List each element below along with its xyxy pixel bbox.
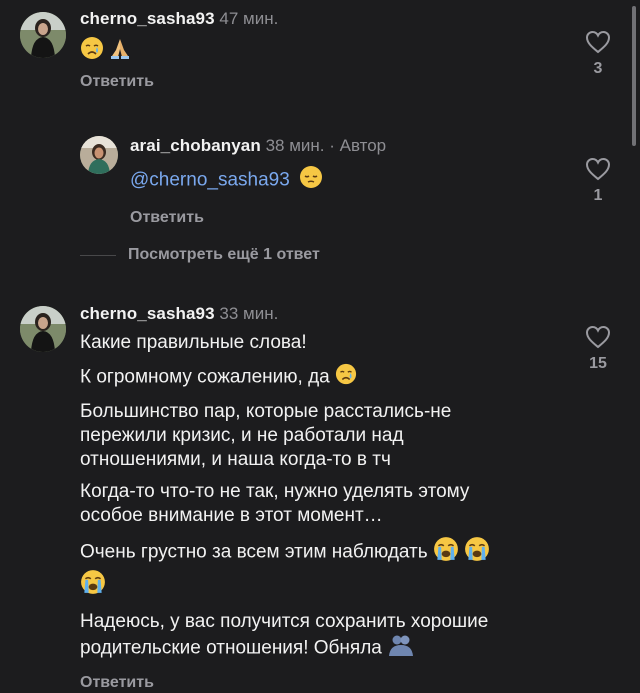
username[interactable]: cherno_sasha93	[80, 9, 215, 28]
timestamp: 38 мин.	[265, 136, 325, 155]
like-count: 15	[589, 355, 607, 372]
face-crying-tear-icon	[335, 363, 357, 392]
comment-line: отношениями, и наша когда-то в тч	[80, 449, 391, 470]
comment-line: Когда-то что-то не так, нужно уделять эт…	[80, 481, 470, 502]
mention-link[interactable]: @cherno_sasha93	[130, 170, 290, 191]
reply-button[interactable]: Ответить	[130, 208, 386, 228]
comment-line: пережили кризис, и не работали над	[80, 425, 404, 446]
view-more-replies-button[interactable]: Посмотреть ещё 1 ответ	[80, 246, 320, 264]
divider-line	[80, 254, 116, 256]
heart-icon[interactable]	[585, 30, 611, 54]
heart-icon[interactable]	[585, 325, 611, 349]
pensive-face-icon	[299, 165, 323, 196]
reply-button[interactable]: Ответить	[80, 72, 278, 92]
like-group: 1	[580, 157, 616, 205]
comment-body	[80, 36, 278, 62]
comment-body: @cherno_sasha93	[130, 165, 386, 196]
loudly-crying-face-icon	[464, 536, 490, 569]
comment-line-text: Очень грустно за всем этим наблюдать	[80, 541, 428, 563]
comment-line-with-emoji: К огромному сожалению, да	[80, 363, 490, 392]
view-more-label: Посмотреть ещё 1 ответ	[128, 246, 320, 263]
username[interactable]: cherno_sasha93	[80, 304, 215, 323]
reply-button[interactable]: Ответить	[80, 673, 490, 693]
avatar[interactable]	[80, 136, 118, 174]
like-count: 3	[593, 60, 603, 77]
like-group: 3	[580, 30, 616, 78]
timestamp: 47 мин.	[219, 9, 279, 28]
username[interactable]: arai_chobanyan	[130, 136, 261, 155]
avatar[interactable]	[20, 12, 66, 58]
comment-line-with-emoji: Очень грустно за всем этим наблюдать	[80, 536, 490, 569]
like-count: 1	[593, 187, 603, 204]
like-group: 15	[580, 325, 616, 373]
face-crying-tear-icon	[80, 36, 104, 65]
folded-hands-icon	[108, 36, 132, 65]
comment-line-with-emoji: родительские отношения! Обняла	[80, 634, 490, 663]
loudly-crying-face-icon	[80, 569, 106, 602]
comment-meta: cherno_sasha93 33 мин.	[80, 303, 490, 325]
timestamp: 33 мин.	[219, 304, 279, 323]
emoji-line	[80, 569, 490, 602]
comment-line-text: К огромному сожалению, да	[80, 366, 330, 388]
comment-meta: arai_chobanyan 38 мин. · Автор	[130, 135, 386, 157]
comment-line: особое внимание в этот момент…	[80, 505, 383, 526]
comment-line: Надеюсь, у вас получится сохранить хорош…	[80, 611, 489, 632]
comment-meta: cherno_sasha93 47 мин.	[80, 8, 278, 30]
comment-body: Какие правильные слова! К огромному сожа…	[80, 331, 490, 663]
scrollbar[interactable]	[632, 6, 636, 146]
people-hugging-icon	[387, 634, 415, 663]
heart-icon[interactable]	[585, 157, 611, 181]
loudly-crying-face-icon	[433, 536, 459, 569]
author-badge: · Автор	[329, 136, 387, 155]
comment-line: Какие правильные слова!	[80, 332, 307, 353]
comment-line-text: родительские отношения! Обняла	[80, 637, 382, 659]
comment-line: Большинство пар, которые расстались-не	[80, 401, 452, 422]
avatar[interactable]	[20, 306, 66, 352]
